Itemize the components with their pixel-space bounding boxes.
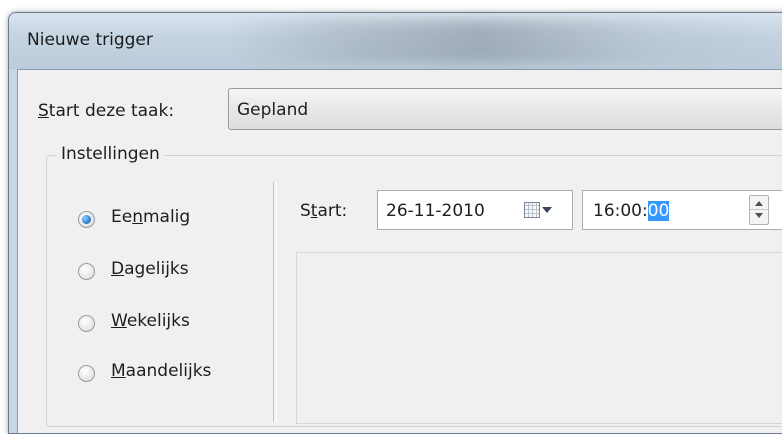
time-spinner[interactable] — [749, 195, 769, 225]
title-bar-glass — [229, 19, 782, 63]
recurrence-detail-panel — [296, 252, 782, 424]
title-bar[interactable]: Nieuwe trigger — [9, 13, 782, 69]
calendar-dropdown-button[interactable] — [524, 201, 562, 221]
radio-weekly-label: Wekelijks — [111, 311, 190, 331]
start-task-value: Gepland — [237, 100, 309, 120]
radio-daily-label: Dagelijks — [111, 259, 189, 279]
selected-seconds: 00 — [647, 201, 670, 221]
start-datetime-label: Start: — [300, 201, 348, 221]
start-date-value[interactable]: 26-11-2010 — [386, 201, 485, 221]
spin-down-icon[interactable] — [755, 213, 763, 218]
radio-button[interactable] — [78, 365, 95, 382]
start-time-value[interactable]: 16:00:00 — [593, 201, 670, 221]
window-title: Nieuwe trigger — [27, 30, 153, 50]
radio-button-selected[interactable] — [78, 211, 95, 228]
start-task-label: Start deze taak: — [38, 101, 175, 121]
settings-divider — [273, 182, 277, 422]
start-date-picker[interactable]: 26-11-2010 — [377, 190, 573, 230]
radio-once-label: Eenmalig — [111, 207, 191, 227]
start-task-combobox[interactable]: Gepland — [228, 88, 782, 130]
spinner-divider — [750, 209, 768, 210]
start-time-field[interactable]: 16:00:00 — [582, 190, 782, 230]
radio-button[interactable] — [78, 263, 95, 280]
radio-button[interactable] — [78, 315, 95, 332]
chevron-down-icon — [542, 207, 552, 213]
settings-legend: Instellingen — [57, 144, 164, 164]
calendar-icon — [524, 202, 540, 218]
spin-up-icon[interactable] — [755, 201, 763, 206]
radio-monthly-label: Maandelijks — [111, 361, 212, 381]
